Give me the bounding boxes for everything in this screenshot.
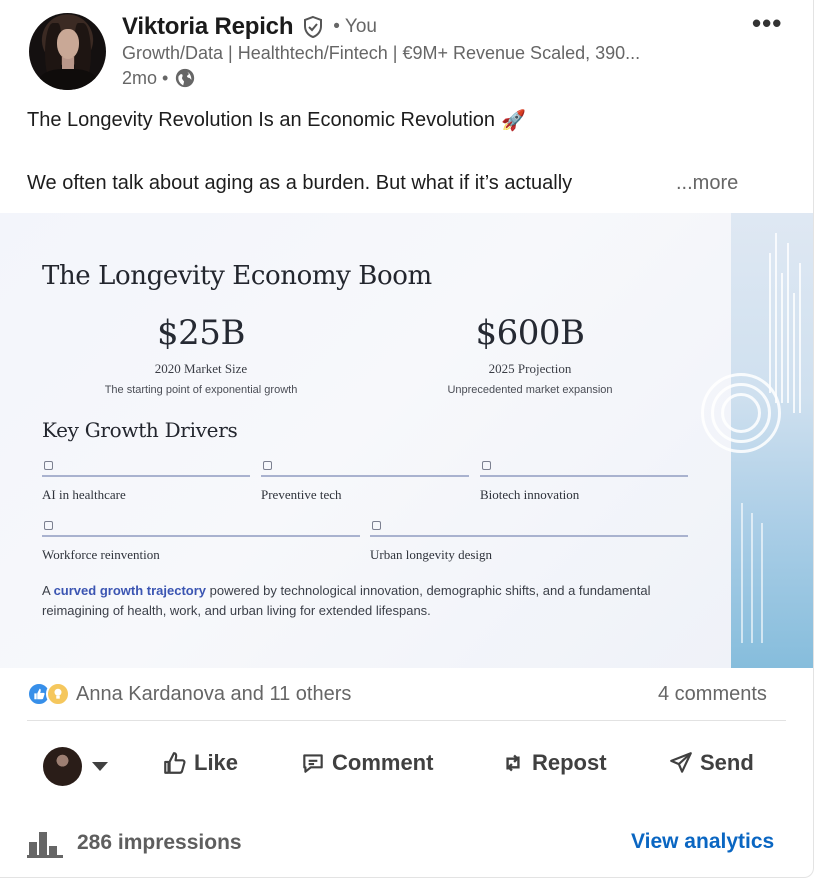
device-icon (263, 461, 272, 470)
decorative-side-art (701, 213, 813, 668)
driver-label: Preventive tech (261, 487, 342, 502)
image-description: A curved growth trajectory powered by te… (42, 581, 682, 621)
author-avatar[interactable] (29, 13, 106, 90)
repost-label: Repost (532, 750, 607, 775)
view-analytics-link[interactable]: View analytics (631, 830, 774, 854)
send-icon (670, 752, 692, 773)
brain-icon (44, 461, 53, 470)
actor-avatar[interactable] (43, 747, 82, 786)
stat-label: 2020 Market Size (154, 361, 248, 376)
dna-icon (482, 461, 491, 470)
globe-icon (176, 68, 195, 88)
rocket-emoji: 🚀 (501, 110, 526, 132)
desc-highlight: curved growth trajectory (53, 583, 207, 598)
post-image[interactable]: The Longevity Economy Boom $25B 2020 Mar… (0, 213, 813, 668)
driver-label: Workforce reinvention (42, 547, 160, 562)
stat-2020: $25B 2020 Market Size The starting point… (95, 313, 307, 396)
driver-label: Biotech innovation (480, 487, 580, 502)
caret-down-icon[interactable] (92, 762, 108, 771)
comment-label: Comment (332, 750, 434, 775)
post-meta: 2mo • (122, 67, 196, 89)
send-button[interactable]: Send (668, 750, 754, 776)
impressions[interactable]: 286 impressions (27, 828, 242, 858)
author-name[interactable]: Viktoria Repich (122, 13, 293, 41)
desc-prefix: A (42, 583, 54, 598)
post-body-preview: We often talk about aging as a burden. B… (27, 172, 573, 194)
thumbs-up-icon (164, 752, 186, 774)
bar-chart-icon (27, 832, 63, 858)
stat-label: 2025 Projection (488, 361, 572, 376)
reactions-summary[interactable]: Anna Kardanova and 11 others (27, 682, 351, 706)
action-bar: Like Comment Repost Send (0, 744, 814, 788)
stat-value: $600B (475, 313, 585, 353)
more-options-icon[interactable]: ••• (752, 8, 782, 39)
stat-value: $25B (157, 313, 245, 353)
send-label: Send (700, 750, 754, 775)
comment-icon (303, 754, 323, 773)
comment-button[interactable]: Comment (300, 750, 433, 776)
driver-label: Urban longevity design (370, 547, 493, 562)
building-icon (372, 521, 381, 530)
author-headline: Growth/Data | Healthtech/Fintech | €9M+ … (122, 43, 641, 63)
post-time: 2mo • (122, 67, 169, 88)
people-icon (44, 521, 53, 530)
see-more-button[interactable]: ...more (676, 172, 738, 195)
post-card: Viktoria Repich • You Growth/Data | Heal… (0, 0, 814, 878)
post-title: The Longevity Revolution Is an Economic … (27, 108, 526, 133)
comments-count[interactable]: 4 comments (658, 683, 767, 706)
post-title-text: The Longevity Revolution Is an Economic … (27, 109, 496, 131)
verified-shield-icon (304, 15, 323, 39)
stat-sub: Unprecedented market expansion (447, 384, 613, 396)
insightful-reaction-icon (46, 682, 70, 706)
like-label: Like (194, 750, 239, 775)
impressions-text: 286 impressions (77, 831, 242, 854)
repost-button[interactable]: Repost (500, 750, 607, 776)
stat-sub: The starting point of exponential growth (104, 384, 298, 396)
image-title: The Longevity Economy Boom (42, 261, 432, 291)
like-button[interactable]: Like (162, 750, 238, 776)
stat-2025: $600B 2025 Projection Unprecedented mark… (440, 313, 620, 396)
you-label: • You (333, 16, 377, 37)
reactions-text: Anna Kardanova and 11 others (76, 682, 352, 705)
author-name-row: Viktoria Repich • You (122, 12, 377, 42)
driver-label: AI in healthcare (42, 487, 126, 502)
drivers-title: Key Growth Drivers (42, 418, 238, 442)
divider (27, 720, 786, 721)
repost-icon (506, 754, 520, 772)
